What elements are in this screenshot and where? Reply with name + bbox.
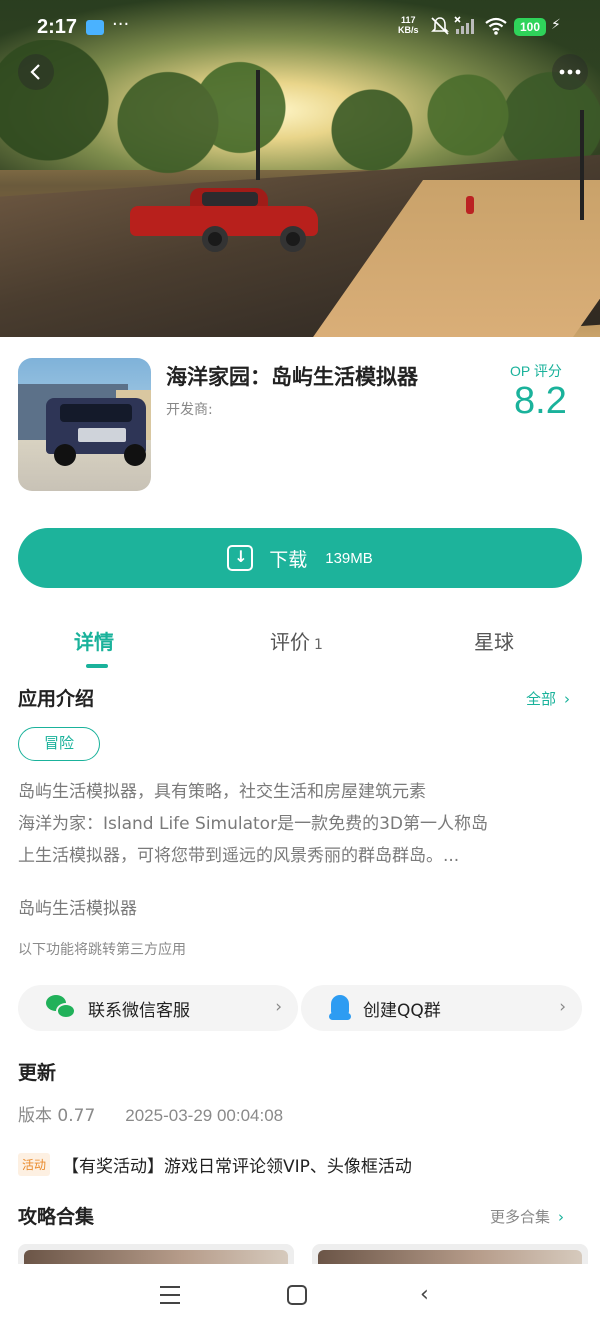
third-party-note: 以下功能将跳转第三方应用 (18, 942, 186, 958)
battery-indicator: 100 (514, 18, 546, 36)
activity-banner[interactable]: 活动 【有奖活动】游戏日常评论领VIP、头像框活动 (18, 1152, 412, 1177)
more-dots-icon (559, 69, 581, 75)
charging-icon: ⚡ (551, 17, 561, 33)
guides-title: 攻略合集 (18, 1206, 95, 1228)
recent-apps-icon[interactable] (160, 1286, 180, 1304)
network-speed-unit: KB/s (398, 25, 419, 35)
download-size: 139MB (325, 549, 373, 567)
tab-details-label: 详情 (74, 630, 114, 654)
wechat-support-button[interactable]: 联系微信客服 › (18, 985, 298, 1031)
active-tab-indicator (86, 664, 108, 668)
description-app-name: 岛屿生活模拟器 (18, 899, 137, 919)
download-icon (227, 545, 254, 571)
tab-reviews-label: 评价 (270, 630, 310, 654)
hero-lamp-post (256, 70, 260, 180)
app-title: 海洋家园：岛屿生活模拟器 (166, 365, 418, 389)
genre-tag[interactable]: 冒险 (18, 727, 100, 761)
version-info: 版本 0.77 2025-03-29 00:04:08 (18, 1101, 283, 1126)
more-options-button[interactable] (552, 54, 588, 90)
qq-group-button[interactable]: 创建QQ群 › (301, 985, 582, 1031)
chevron-right-icon: › (275, 997, 282, 1017)
back-button[interactable] (18, 54, 54, 90)
qq-icon (329, 995, 351, 1021)
download-label: 下载 (269, 548, 308, 571)
chevron-right-icon: › (564, 690, 571, 708)
update-date: 2025-03-29 00:04:08 (125, 1106, 284, 1125)
hero-hydrant (466, 196, 474, 214)
intro-more-link[interactable]: 全部 › (526, 688, 570, 709)
system-nav-bar: ‹ (0, 1264, 600, 1333)
tab-reviews-count: 1 (314, 637, 323, 653)
status-time: 2:17 (37, 16, 78, 38)
activity-badge: 活动 (18, 1153, 51, 1176)
mute-bell-icon (431, 17, 449, 35)
description-line: 上生活模拟器，可将您带到遥远的风景秀丽的群岛群岛。... (18, 846, 460, 866)
no-signal-icon (454, 16, 474, 34)
status-more-dots: ··· (112, 14, 130, 35)
home-icon[interactable] (287, 1285, 307, 1305)
score-label: OP 评分 (510, 363, 562, 379)
app-icon (18, 358, 151, 491)
guides-more-link[interactable]: 更多合集 › (490, 1206, 564, 1227)
guides-more-label: 更多合集 (490, 1208, 551, 1226)
guide-card[interactable] (18, 1244, 294, 1264)
hero-red-pickup (130, 188, 318, 252)
version-number: 版本 0.77 (18, 1106, 96, 1126)
qq-group-label: 创建QQ群 (363, 1000, 441, 1021)
status-bar: 2:17 ··· 117 KB/s 100 ⚡ (0, 0, 600, 54)
app-description[interactable]: 岛屿生活模拟器，具有策略，社交生活和房屋建筑元素 海洋为家：Island Lif… (18, 776, 582, 872)
intro-more-label: 全部 (526, 690, 557, 708)
hero-lamp-post (580, 110, 584, 220)
tab-planet-label: 星球 (474, 630, 514, 654)
description-line: 海洋为家：Island Life Simulator是一款免费的3D第一人称岛 (18, 814, 488, 834)
tab-details[interactable]: 详情 (74, 626, 114, 655)
wechat-icon (46, 995, 76, 1021)
intro-title: 应用介绍 (18, 688, 95, 710)
download-button[interactable]: 下载 139MB (18, 528, 582, 588)
tab-planet[interactable]: 星球 (474, 626, 514, 655)
score-value: 8.2 (514, 380, 567, 422)
description-line: 岛屿生活模拟器，具有策略，社交生活和房屋建筑元素 (18, 782, 426, 802)
chevron-right-icon: › (559, 997, 566, 1017)
network-speed-value: 117 (400, 15, 416, 25)
tab-reviews[interactable]: 评价 1 (270, 626, 323, 655)
chevron-left-icon (30, 64, 40, 80)
update-title: 更新 (18, 1062, 57, 1084)
back-arrow-icon[interactable]: ‹ (420, 1282, 429, 1307)
activity-text: 【有奖活动】游戏日常评论领VIP、头像框活动 (62, 1157, 412, 1177)
message-notification-icon (86, 20, 104, 35)
guide-card[interactable] (312, 1244, 588, 1264)
wifi-icon (485, 17, 507, 35)
developer-label: 开发商: (166, 402, 213, 418)
chevron-right-icon: › (558, 1208, 565, 1226)
network-speed: 117 KB/s (398, 15, 419, 35)
wechat-support-label: 联系微信客服 (88, 1000, 190, 1021)
